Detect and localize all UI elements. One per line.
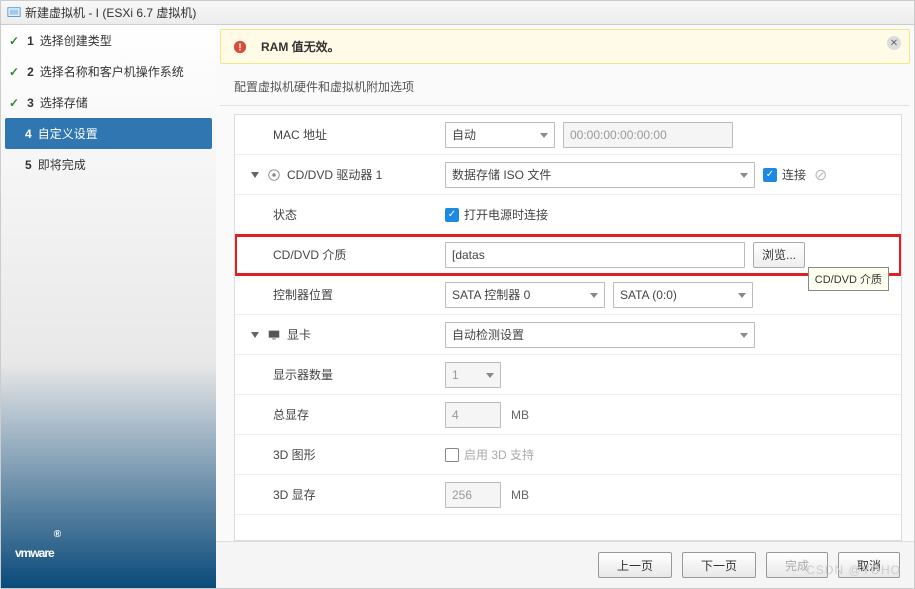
caret-down-icon — [251, 172, 259, 178]
step-4[interactable]: 4自定义设置 — [5, 118, 212, 149]
mb-unit: MB — [511, 488, 529, 502]
disc-icon — [267, 168, 281, 182]
mac-mode-select[interactable]: 自动 — [445, 122, 555, 148]
row-3dmem: 3D 显存 256 MB — [235, 475, 901, 515]
row-displays: 显示器数量 1 — [235, 355, 901, 395]
monitor-icon — [267, 328, 281, 342]
svg-text:!: ! — [238, 41, 242, 53]
row-3d: 3D 图形 启用 3D 支持 — [235, 435, 901, 475]
main-area: 1选择创建类型 2选择名称和客户机操作系统 3选择存储 4自定义设置 5即将完成… — [1, 25, 914, 588]
video-mode-select[interactable]: 自动检测设置 — [445, 322, 755, 348]
prev-button[interactable]: 上一页 — [598, 552, 672, 578]
status-label: 状态 — [235, 206, 445, 223]
threed-mem-input: 256 — [445, 482, 501, 508]
row-cdrom-header: CD/DVD 驱动器 1 数据存储 ISO 文件 连接 ⊘ — [235, 155, 901, 195]
footer-bar: 上一页 下一页 完成 取消 — [216, 541, 914, 588]
row-cdrom-controller: 控制器位置 SATA 控制器 0 SATA (0:0) — [235, 275, 901, 315]
panel-subtitle: 配置虚拟机硬件和虚拟机附加选项 — [220, 68, 910, 106]
remove-cdrom-button[interactable]: ⊘ — [814, 165, 827, 185]
alert-bar: ! RAM 值无效。 ✕ — [220, 29, 910, 64]
mb-unit: MB — [511, 408, 529, 422]
checkbox-unchecked-icon — [445, 448, 459, 462]
media-path-input[interactable]: [datas — [445, 242, 745, 268]
checkbox-checked-icon — [763, 168, 777, 182]
controller-label: 控制器位置 — [235, 286, 445, 303]
row-cdrom-status: 状态 打开电源时连接 — [235, 195, 901, 235]
hardware-form[interactable]: MAC 地址 自动 00:00:00:00:00:00 CD/DVD 驱动器 1… — [234, 114, 902, 541]
row-totalmem: 总显存 4 MB — [235, 395, 901, 435]
content-panel: ! RAM 值无效。 ✕ 配置虚拟机硬件和虚拟机附加选项 MAC 地址 自动 0… — [216, 25, 914, 588]
threed-mem-label: 3D 显存 — [235, 486, 445, 503]
title-bar: 新建虚拟机 - I (ESXi 6.7 虚拟机) — [1, 1, 914, 25]
cancel-button[interactable]: 取消 — [838, 552, 900, 578]
step-2[interactable]: 2选择名称和客户机操作系统 — [1, 56, 216, 87]
poweron-connect-checkbox[interactable]: 打开电源时连接 — [445, 206, 548, 223]
mac-label: MAC 地址 — [235, 126, 445, 143]
mac-address-input[interactable]: 00:00:00:00:00:00 — [563, 122, 733, 148]
step-1[interactable]: 1选择创建类型 — [1, 25, 216, 56]
step-3[interactable]: 3选择存储 — [1, 87, 216, 118]
finish-button[interactable]: 完成 — [766, 552, 828, 578]
new-vm-dialog: 新建虚拟机 - I (ESXi 6.7 虚拟机) 1选择创建类型 2选择名称和客… — [0, 0, 915, 589]
enable-3d-checkbox: 启用 3D 支持 — [445, 446, 534, 463]
browse-button[interactable]: 浏览... — [753, 242, 805, 268]
alert-close-button[interactable]: ✕ — [887, 36, 901, 50]
step-5: 5即将完成 — [1, 149, 216, 180]
media-label: CD/DVD 介质 — [235, 246, 445, 263]
cdrom-source-select[interactable]: 数据存储 ISO 文件 — [445, 162, 755, 188]
controller-port-select[interactable]: SATA (0:0) — [613, 282, 753, 308]
media-tooltip: CD/DVD 介质 — [808, 267, 889, 291]
displays-select: 1 — [445, 362, 501, 388]
cdrom-connect-checkbox[interactable]: 连接 — [763, 166, 806, 183]
row-video-header: 显卡 自动检测设置 — [235, 315, 901, 355]
error-icon: ! — [233, 40, 247, 54]
cdrom-header[interactable]: CD/DVD 驱动器 1 — [235, 166, 445, 183]
video-header[interactable]: 显卡 — [235, 326, 445, 343]
displays-label: 显示器数量 — [235, 366, 445, 383]
wizard-sidebar: 1选择创建类型 2选择名称和客户机操作系统 3选择存储 4自定义设置 5即将完成… — [1, 25, 216, 588]
dialog-title: 新建虚拟机 - I (ESXi 6.7 虚拟机) — [25, 4, 196, 21]
row-cdrom-media: CD/DVD 介质 [datas 浏览... CD/DVD 介质 — [235, 235, 901, 275]
vmware-logo: vmware® — [1, 509, 216, 588]
checkbox-checked-icon — [445, 208, 459, 222]
caret-down-icon — [251, 332, 259, 338]
next-button[interactable]: 下一页 — [682, 552, 756, 578]
threed-label: 3D 图形 — [235, 446, 445, 463]
controller-select[interactable]: SATA 控制器 0 — [445, 282, 605, 308]
vm-icon — [7, 6, 21, 20]
totalmem-input: 4 — [445, 402, 501, 428]
alert-text: RAM 值无效。 — [261, 38, 340, 55]
row-mac: MAC 地址 自动 00:00:00:00:00:00 — [235, 115, 901, 155]
totalmem-label: 总显存 — [235, 406, 445, 423]
